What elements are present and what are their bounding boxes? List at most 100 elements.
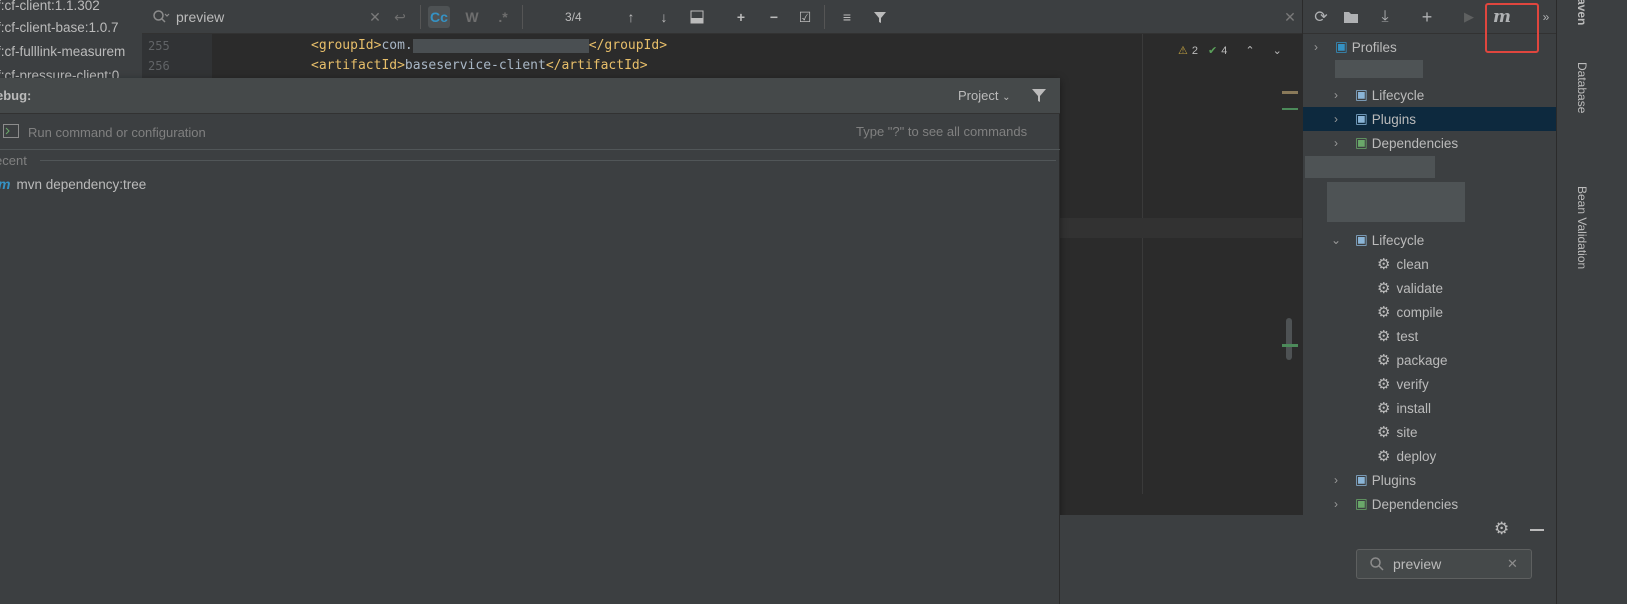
tool-window-header: ⚙ ✕ <box>1060 515 1627 604</box>
reload-icon[interactable]: ⟳ <box>1310 6 1332 28</box>
tree-label: Plugins <box>1371 111 1417 127</box>
chevron-right-icon: › <box>1334 497 1338 511</box>
tree-label: Dependencies <box>1371 135 1459 151</box>
filter-icon[interactable] <box>1031 87 1047 106</box>
right-margin-guide <box>1142 34 1143 494</box>
next-occurrence-icon[interactable]: ↓ <box>653 6 675 28</box>
chevron-down-icon[interactable]: ⌄ <box>1273 44 1282 57</box>
line-number: 255 <box>148 39 170 53</box>
recent-command-item[interactable]: m mvn dependency:tree <box>0 174 146 194</box>
dependencies-icon: ▣ <box>1355 496 1368 511</box>
new-line-icon[interactable]: ↩ <box>389 6 411 28</box>
goal-label: verify <box>1396 376 1429 392</box>
scrollbar-thumb[interactable] <box>1286 318 1292 360</box>
goal-label: compile <box>1396 304 1443 320</box>
tree-label: Lifecycle <box>1371 232 1425 248</box>
download-icon[interactable]: ⤓ <box>1374 6 1396 28</box>
separator <box>420 5 421 29</box>
add-icon[interactable]: + <box>1416 6 1438 28</box>
dependencies-icon: ▣ <box>1355 135 1368 150</box>
gear-icon: ⚙ <box>1377 304 1391 321</box>
goal-label: install <box>1396 400 1431 416</box>
tree-item-lifecycle[interactable]: › ▣ Lifecycle <box>1303 83 1557 107</box>
goal-validate[interactable]: ⚙ validate <box>1303 276 1557 300</box>
popup-header: ebug: Project ⌄ <box>0 78 1060 114</box>
search-icon[interactable] <box>152 9 170 28</box>
gear-icon[interactable]: ⚙ <box>1494 519 1509 539</box>
scope-dropdown[interactable]: Project ⌄ <box>958 88 1010 103</box>
tab-bean-validation[interactable]: Bean Validation <box>1575 186 1589 269</box>
goal-label: package <box>1396 352 1448 368</box>
tree-item-lifecycle[interactable]: ⌄ ▣ Lifecycle <box>1303 228 1557 252</box>
gear-icon: ⚙ <box>1377 280 1391 297</box>
code-line[interactable]: <artifactId>baseservice-client</artifact… <box>311 58 648 73</box>
separator <box>522 5 523 29</box>
clear-search-icon[interactable]: ✕ <box>364 6 386 28</box>
add-occurrence-icon[interactable]: + <box>730 6 752 28</box>
check-icon: ✔ <box>1208 45 1218 57</box>
xml-open-tag: <artifactId> <box>311 58 405 73</box>
project-item[interactable]: f:cf-client:1.1.302 <box>0 0 100 13</box>
generate-sources-icon[interactable] <box>1340 6 1362 28</box>
panel-search-input[interactable] <box>1393 555 1503 573</box>
filter-options-icon[interactable]: ≡ <box>836 6 858 28</box>
goal-test[interactable]: ⚙ test <box>1303 324 1557 348</box>
gear-icon: ⚙ <box>1377 352 1391 369</box>
clear-search-icon[interactable]: ✕ <box>1507 556 1518 572</box>
redacted-project <box>1327 182 1465 222</box>
chevron-right-icon: › <box>1334 136 1338 150</box>
tree-item-plugins[interactable]: › ▣ Plugins <box>1303 107 1557 131</box>
chevron-right-icon: › <box>1334 112 1338 126</box>
match-count: 3/4 <box>565 10 582 24</box>
goal-label: site <box>1396 424 1418 440</box>
goal-package[interactable]: ⚙ package <box>1303 348 1557 372</box>
minimize-icon[interactable] <box>1530 529 1544 531</box>
chevron-right-icon: › <box>1334 473 1338 487</box>
goal-deploy[interactable]: ⚙ deploy <box>1303 444 1557 468</box>
whole-words-toggle[interactable]: W <box>461 6 483 28</box>
gear-icon: ⚙ <box>1377 376 1391 393</box>
gear-icon: ⚙ <box>1377 424 1391 441</box>
close-find-icon[interactable]: ✕ <box>1279 6 1301 28</box>
select-all-occurrences-icon[interactable]: ☑ <box>794 6 816 28</box>
regex-toggle[interactable]: .* <box>492 6 514 28</box>
project-item[interactable]: f:cf-client-base:1.0.7 <box>0 20 119 35</box>
remove-occurrence-icon[interactable]: − <box>763 6 785 28</box>
goal-label: validate <box>1396 280 1443 296</box>
match-case-toggle[interactable]: Cc <box>428 6 450 28</box>
tree-item-profiles[interactable]: › ▣ Profiles <box>1303 35 1557 59</box>
goal-install[interactable]: ⚙ install <box>1303 396 1557 420</box>
goal-site[interactable]: ⚙ site <box>1303 420 1557 444</box>
goal-verify[interactable]: ⚙ verify <box>1303 372 1557 396</box>
chevron-right-icon: › <box>1334 88 1338 102</box>
filter-search-icon[interactable] <box>686 6 708 28</box>
tree-label: Profiles <box>1351 39 1397 55</box>
tab-database[interactable]: Database <box>1575 62 1589 113</box>
error-stripe-mark <box>1282 108 1298 110</box>
previous-occurrence-icon[interactable]: ↑ <box>620 6 642 28</box>
goal-label: deploy <box>1396 448 1437 464</box>
find-bar: ✕ ↩ Cc W .* 3/4 ↑ ↓ + − ☑ ≡ ✕ <box>142 0 1302 34</box>
plugins-icon: ▣ <box>1355 111 1368 126</box>
chevron-down-icon: ⌄ <box>1002 92 1011 103</box>
project-item[interactable]: f:cf-fulllink-measurem <box>0 44 125 59</box>
recent-section-label: ecent <box>0 153 27 168</box>
tree-item-dependencies[interactable]: › ▣ Dependencies <box>1303 492 1557 516</box>
inspection-widget[interactable]: ⚠ 2 ✔ 4 ⌃ ⌄ <box>1178 44 1282 58</box>
tree-item-dependencies[interactable]: › ▣ Dependencies <box>1303 131 1557 155</box>
tab-maven[interactable]: Maven <box>1575 0 1589 25</box>
filter-icon[interactable] <box>869 6 891 28</box>
code-line[interactable]: <groupId>com. </groupId> <box>311 38 667 53</box>
run-anything-popup: ebug: Project ⌄ Type "?" to see all comm… <box>0 78 1060 604</box>
terminal-icon <box>3 124 19 141</box>
command-input[interactable] <box>28 121 728 143</box>
chevron-up-icon[interactable]: ⌃ <box>1245 44 1254 57</box>
goal-clean[interactable]: ⚙ clean <box>1303 252 1557 276</box>
find-input[interactable] <box>176 5 376 29</box>
run-icon[interactable]: ▶ <box>1458 6 1480 28</box>
goal-compile[interactable]: ⚙ compile <box>1303 300 1557 324</box>
separator <box>824 5 825 29</box>
tree-item-plugins[interactable]: › ▣ Plugins <box>1303 468 1557 492</box>
xml-open-tag: <groupId> <box>311 38 382 53</box>
maven-icon: m <box>0 176 10 192</box>
